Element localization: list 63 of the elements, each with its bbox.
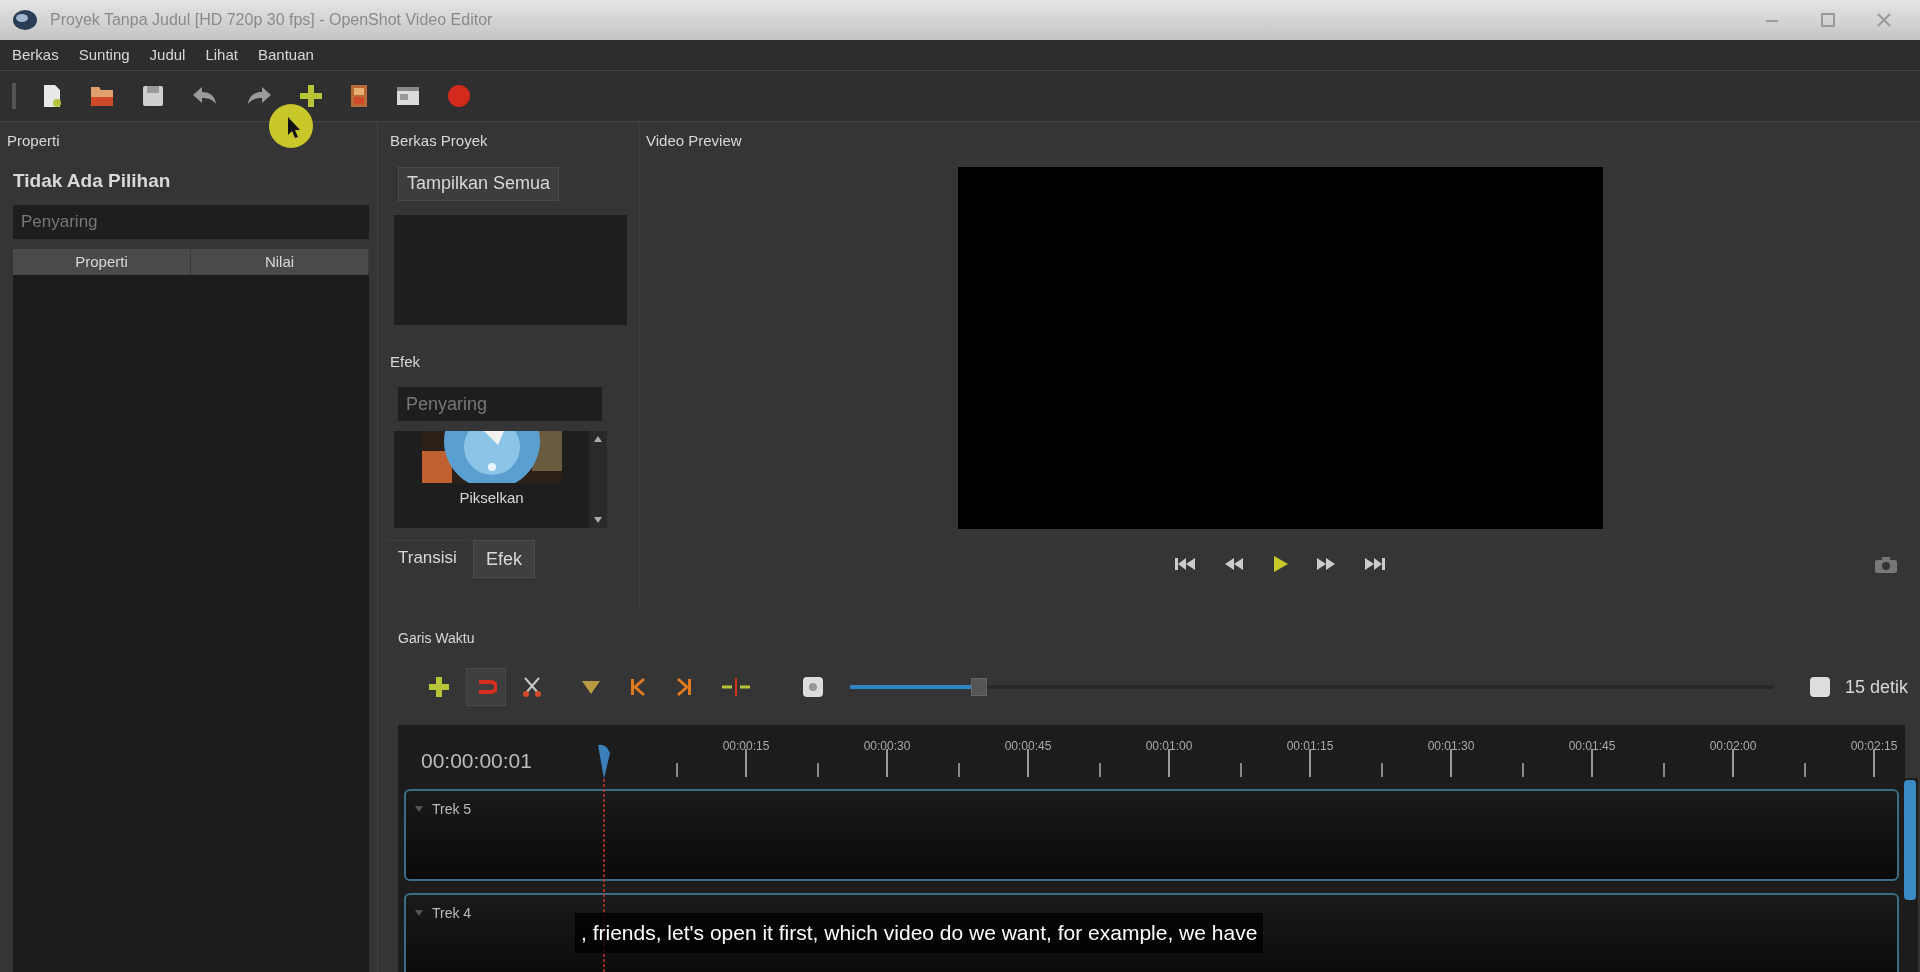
track[interactable]: Trek 5 xyxy=(404,789,1899,881)
effect-label[interactable]: Pikselkan xyxy=(459,487,524,510)
time-code: 00:00:00:01 xyxy=(420,748,533,774)
zoom-icon[interactable] xyxy=(802,676,824,698)
panel-title: Video Preview xyxy=(646,131,743,151)
window-title: Proyek Tanpa Judul [HD 720p 30 fps] - OpenShot Video Editor xyxy=(50,10,493,30)
rewind-icon[interactable] xyxy=(1223,555,1245,572)
tab[interactable]: Efek xyxy=(472,540,535,578)
app-logo-icon xyxy=(12,9,38,31)
add-icon[interactable] xyxy=(298,83,324,109)
track-label: Trek 4 xyxy=(432,904,472,923)
ruler-label: 00:01:30 xyxy=(1426,738,1476,755)
track-label: Trek 5 xyxy=(432,800,472,819)
collapse-icon[interactable] xyxy=(414,805,424,813)
slider-thumb[interactable] xyxy=(971,678,988,696)
panel-title: Properti xyxy=(7,131,61,151)
panel-title: Berkas Proyek xyxy=(390,131,489,151)
center-playhead-icon[interactable] xyxy=(720,677,752,697)
film-strip-icon[interactable] xyxy=(348,83,370,109)
menu-item[interactable]: Berkas xyxy=(12,43,59,67)
add-track-icon[interactable] xyxy=(428,676,450,698)
ruler-label: 00:00:30 xyxy=(862,738,912,755)
next-marker-icon[interactable] xyxy=(674,677,694,697)
show-all-button[interactable]: Tampilkan Semua xyxy=(398,166,560,201)
panel-heading: Tidak Ada Pilihan xyxy=(13,168,172,193)
ruler-label: 00:02:15 xyxy=(1849,738,1899,755)
column-header[interactable]: Properti xyxy=(13,249,191,275)
scroll-up-icon[interactable] xyxy=(593,435,603,443)
filter-field[interactable]: Penyaring xyxy=(398,387,602,421)
ruler-label: 00:02:00 xyxy=(1708,738,1758,755)
previous-marker-icon[interactable] xyxy=(628,677,648,697)
filter-field[interactable]: Penyaring xyxy=(13,205,369,239)
ruler-label: 00:00:45 xyxy=(1003,738,1053,755)
jump-start-icon[interactable] xyxy=(1173,555,1197,572)
menu-item[interactable]: Bantuan xyxy=(257,43,314,67)
panel-title: Efek xyxy=(390,351,421,372)
ruler-label: 00:01:45 xyxy=(1567,738,1617,755)
scrollbar[interactable] xyxy=(1904,778,1918,972)
ruler-label: 00:00:15 xyxy=(721,738,771,755)
menu-item[interactable]: Lihat xyxy=(205,43,238,67)
save-icon[interactable] xyxy=(140,83,166,109)
scissors-icon[interactable] xyxy=(522,676,542,698)
fast-forward-icon[interactable] xyxy=(1315,555,1337,572)
marker-icon[interactable] xyxy=(580,679,602,695)
menu-item[interactable]: Judul xyxy=(149,43,186,67)
scrollbar[interactable] xyxy=(589,431,607,528)
toolbar-grip-icon xyxy=(12,83,16,109)
subtitle-caption: , friends, let's open it first, which video do we want, for example, we have xyxy=(575,913,1264,953)
camera-icon[interactable] xyxy=(1874,556,1898,574)
panel-title: Garis Waktu xyxy=(398,629,476,648)
record-icon[interactable] xyxy=(446,83,472,109)
zoom-slider[interactable] xyxy=(850,678,1773,696)
cursor-highlight-icon xyxy=(268,103,314,149)
menu-item[interactable]: Sunting xyxy=(78,43,130,67)
ruler-label: 00:01:00 xyxy=(1144,738,1194,755)
scroll-down-icon[interactable] xyxy=(593,516,603,524)
play-icon[interactable] xyxy=(1271,554,1289,573)
ruler-label: 00:01:15 xyxy=(1285,738,1335,755)
collapse-icon[interactable] xyxy=(414,909,424,917)
column-header[interactable]: Nilai xyxy=(191,249,369,275)
zoom-label: 15 detik xyxy=(1844,675,1908,699)
jump-end-icon[interactable] xyxy=(1363,555,1387,572)
zoom-out-icon[interactable] xyxy=(1808,676,1831,698)
